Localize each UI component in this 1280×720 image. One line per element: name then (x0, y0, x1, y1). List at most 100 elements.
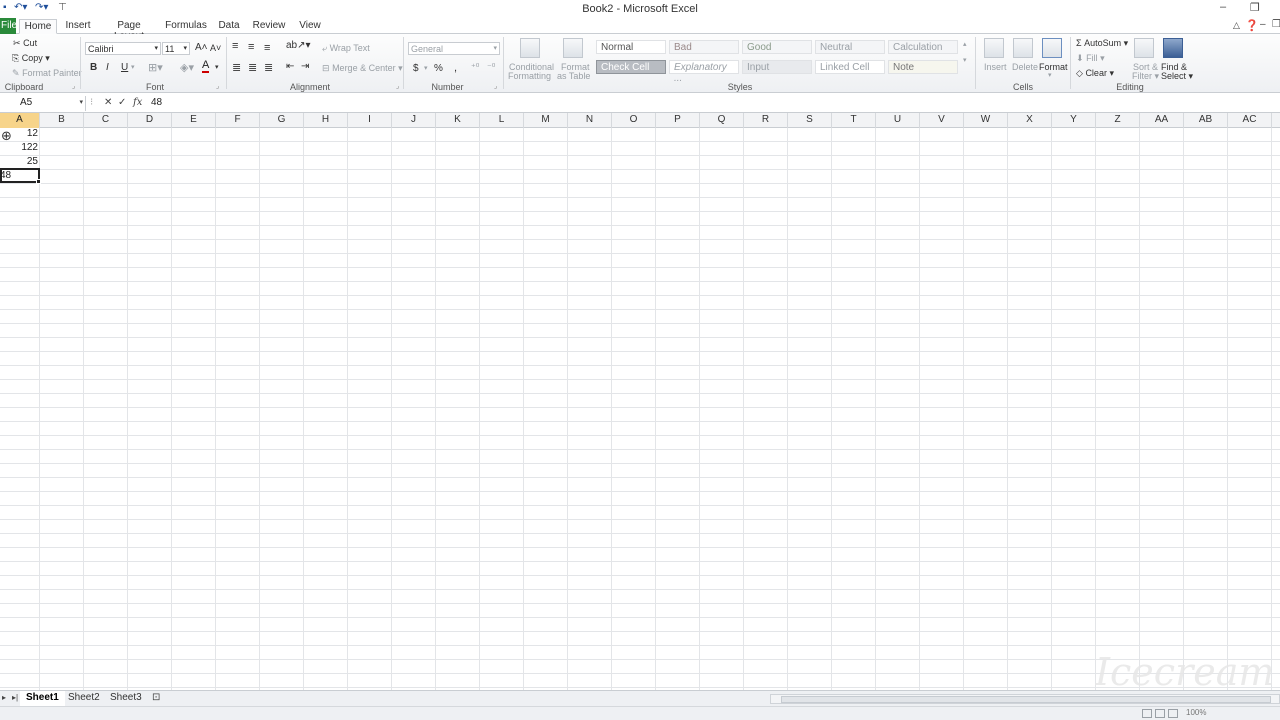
doc-restore-icon[interactable]: ❐ (1272, 19, 1280, 30)
clipboard-launcher-icon[interactable]: ⌟ (72, 82, 75, 90)
clear-button[interactable]: ◇ Clear ▾ (1076, 68, 1114, 79)
name-box[interactable]: A5 ▾ (0, 96, 86, 111)
column-header-i[interactable]: I (348, 113, 392, 128)
style-note[interactable]: Note (888, 60, 958, 74)
tab-view[interactable]: View (296, 19, 324, 34)
column-header-y[interactable]: Y (1052, 113, 1096, 128)
normal-view-icon[interactable] (1142, 709, 1152, 718)
zoom-level[interactable]: 100% (1186, 708, 1206, 717)
style-good[interactable]: Good (742, 40, 812, 54)
grow-font-icon[interactable]: A˄ (195, 42, 208, 53)
cancel-entry-icon[interactable]: ✕ (104, 97, 112, 108)
format-cells-button[interactable]: Format (1039, 62, 1068, 72)
format-painter-button[interactable]: ✎ Format Painter (12, 68, 82, 79)
percent-button[interactable]: % (434, 63, 443, 74)
style-bad[interactable]: Bad (669, 40, 739, 54)
align-right-icon[interactable]: ≣ (264, 61, 273, 74)
style-explanatory[interactable]: Explanatory ... (669, 60, 739, 84)
sheet-tab-2[interactable]: Sheet2 (62, 691, 106, 706)
style-input[interactable]: Input (742, 60, 812, 74)
file-tab[interactable]: File (0, 18, 16, 34)
fill-button[interactable]: ⬇ Fill ▾ (1076, 53, 1105, 64)
column-header-b[interactable]: B (40, 113, 84, 128)
cell-a3[interactable]: 25 (0, 156, 38, 167)
worksheet-grid[interactable]: A B C D E F G H I J K L M N O P Q R S T U V W X Y Z AA AB AC 12 122 … (0, 113, 1280, 690)
last-sheet-icon[interactable]: ▸| (12, 693, 18, 702)
sort-filter-button-line2[interactable]: Filter ▾ (1132, 71, 1159, 82)
column-header-f[interactable]: F (216, 113, 260, 128)
underline-button[interactable]: U (121, 62, 128, 73)
styles-scroll-up-icon[interactable]: ▴ (963, 40, 967, 48)
column-header-ab[interactable]: AB (1184, 113, 1228, 128)
wrap-text-button[interactable]: ⤶ Wrap Text (322, 43, 370, 54)
align-top-icon[interactable]: ≡ (232, 40, 238, 52)
page-break-view-icon[interactable] (1168, 709, 1178, 718)
column-header-d[interactable]: D (128, 113, 172, 128)
conditional-formatting-button-line2[interactable]: Formatting (508, 71, 551, 81)
confirm-entry-icon[interactable]: ✓ (118, 97, 126, 108)
style-calculation[interactable]: Calculation (888, 40, 958, 54)
column-header-g[interactable]: G (260, 113, 304, 128)
column-header-e[interactable]: E (172, 113, 216, 128)
column-header-k[interactable]: K (436, 113, 480, 128)
style-linked-cell[interactable]: Linked Cell (815, 60, 885, 74)
align-middle-icon[interactable]: ≡ (248, 41, 254, 53)
column-header-j[interactable]: J (392, 113, 436, 128)
merge-center-button[interactable]: ⊟ Merge & Center ▾ (322, 63, 403, 74)
column-header-v[interactable]: V (920, 113, 964, 128)
column-header-ac[interactable]: AC (1228, 113, 1272, 128)
insert-sheet-icon[interactable]: ⊡ (152, 692, 160, 703)
insert-cells-button[interactable]: Insert (984, 62, 1007, 72)
styles-scroll-down-icon[interactable]: ▾ (963, 56, 967, 64)
fill-color-icon[interactable]: ◈▾ (180, 61, 194, 74)
borders-icon[interactable]: ⊞▾ (148, 61, 163, 74)
restore-icon[interactable]: ❐ (1250, 1, 1260, 14)
find-select-button-line2[interactable]: Select ▾ (1161, 71, 1193, 82)
tab-insert[interactable]: Insert (62, 19, 94, 34)
orientation-icon[interactable]: ab↗▾ (286, 40, 311, 51)
font-size-combo[interactable]: 11 ▾ (162, 42, 190, 55)
style-normal[interactable]: Normal (596, 40, 666, 54)
shrink-font-icon[interactable]: A˅ (210, 43, 221, 53)
sheet-tab-3[interactable]: Sheet3 (104, 691, 148, 706)
italic-button[interactable]: I (106, 62, 109, 73)
tab-data[interactable]: Data (216, 19, 242, 34)
column-header-s[interactable]: S (788, 113, 832, 128)
number-format-combo[interactable]: General ▾ (408, 42, 500, 55)
comma-button[interactable]: , (454, 62, 457, 74)
decrease-indent-icon[interactable]: ⇤ (286, 61, 294, 72)
column-header-p[interactable]: P (656, 113, 700, 128)
first-sheet-icon[interactable]: ▸ (2, 693, 6, 702)
font-launcher-icon[interactable]: ⌟ (216, 82, 219, 90)
sheet-tab-1[interactable]: Sheet1 (20, 691, 65, 706)
minimize-icon[interactable]: – (1220, 1, 1226, 13)
style-neutral[interactable]: Neutral (815, 40, 885, 54)
column-header-o[interactable]: O (612, 113, 656, 128)
increase-decimal-icon[interactable]: ⁺⁰ (471, 62, 479, 73)
ribbon-collapse-icon[interactable]: △ (1233, 20, 1240, 31)
fill-handle[interactable] (36, 179, 41, 184)
insert-function-button[interactable]: fx (133, 97, 142, 108)
copy-button[interactable]: ⎘ Copy ▾ (12, 53, 50, 64)
chevron-down-icon[interactable]: ▾ (215, 63, 219, 71)
format-as-table-button-line2[interactable]: as Table (557, 71, 590, 81)
cells-area[interactable]: 12 122 25 36 (0, 128, 1280, 690)
page-layout-view-icon[interactable] (1155, 709, 1165, 718)
font-color-icon[interactable]: A (202, 60, 210, 73)
delete-cells-button[interactable]: Delete (1012, 62, 1038, 72)
column-header-n[interactable]: N (568, 113, 612, 128)
column-header-t[interactable]: T (832, 113, 876, 128)
column-header-u[interactable]: U (876, 113, 920, 128)
align-bottom-icon[interactable]: ≡ (264, 42, 270, 54)
tab-page-layout[interactable]: Page Layout (102, 19, 156, 42)
style-check-cell[interactable]: Check Cell (596, 60, 666, 74)
column-header-h[interactable]: H (304, 113, 348, 128)
active-cell-a5[interactable]: 48 (0, 168, 41, 184)
column-header-c[interactable]: C (84, 113, 128, 128)
chevron-down-icon[interactable]: ▾ (131, 63, 135, 71)
autosum-button[interactable]: Σ AutoSum ▾ (1076, 38, 1128, 49)
currency-button[interactable]: $ (413, 63, 419, 74)
column-header-r[interactable]: R (744, 113, 788, 128)
column-header-m[interactable]: M (524, 113, 568, 128)
increase-indent-icon[interactable]: ⇥ (301, 61, 309, 72)
